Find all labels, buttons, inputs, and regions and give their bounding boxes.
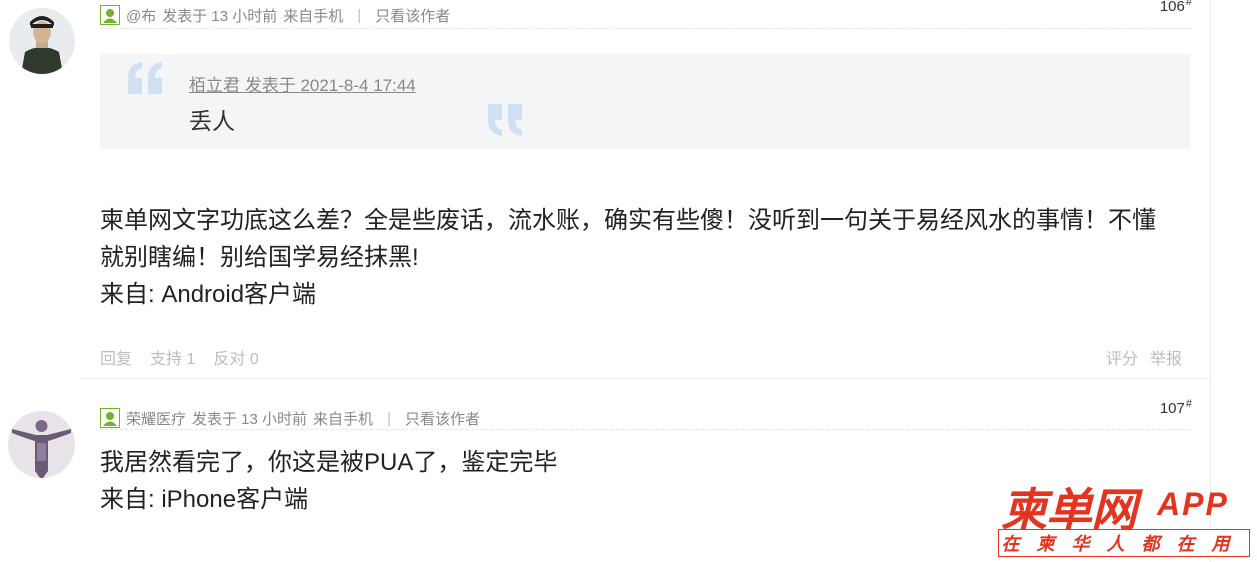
floor-mark: # [1185, 0, 1192, 8]
floor-mark: # [1185, 398, 1192, 410]
quote-block: 栢立君 发表于 2021-8-4 17:44 丢人 [100, 54, 1190, 149]
rate-button[interactable]: 评分 [1106, 345, 1138, 369]
separator: | [357, 6, 362, 24]
post-separator [80, 378, 1210, 379]
user-icon [100, 408, 120, 428]
reply-button[interactable]: 回复 [100, 345, 132, 369]
post-actions: 回复 支持 1 反对 0 [100, 345, 259, 369]
avatar[interactable] [8, 411, 75, 478]
quote-text: 丢人 [189, 108, 235, 134]
author-link[interactable]: @布 [126, 5, 156, 26]
quote-author[interactable]: 栢立君 发表于 2021-8-4 17:44 [189, 71, 416, 96]
brand-slogan: 在柬华人都在用 [998, 529, 1250, 557]
oppose-button[interactable]: 反对 0 [213, 345, 258, 369]
brand-app-label: APP [1157, 486, 1229, 522]
meta-divider [100, 429, 1190, 430]
post-content: 我居然看完了，你这是被PUA了，鉴定完毕 来自: iPhone客户端 [100, 444, 557, 518]
client-source: 来自: iPhone客户端 [100, 486, 309, 513]
avatar[interactable] [9, 8, 75, 74]
post-meta: 荣耀医疗 发表于 13 小时前 来自手机 | 只看该作者 [100, 407, 480, 429]
separator: | [387, 409, 391, 427]
floor-value: 107 [1159, 400, 1185, 417]
floor-number[interactable]: 107# [1160, 398, 1192, 417]
client-source: 来自: Android客户端 [100, 281, 317, 308]
post-source: 来自手机 [283, 7, 344, 25]
content-line: 我居然看完了，你这是被PUA了，鉴定完毕 [100, 449, 558, 476]
open-quote-icon [126, 60, 166, 101]
post-meta: @布 发表于 13 小时前 来自手机 | 只看该作者 [100, 4, 450, 26]
only-author-link[interactable]: 只看该作者 [375, 5, 450, 26]
post-time: 发表于 13 小时前 [162, 7, 278, 25]
close-quote-icon [486, 102, 526, 143]
support-button[interactable]: 支持 1 [150, 345, 195, 369]
author-link[interactable]: 荣耀医疗 [126, 408, 186, 429]
content-line: 就别瞎编！别给国学易经抹黑! [100, 244, 419, 271]
user-icon [100, 5, 120, 25]
post-time: 发表于 13 小时前 [192, 410, 308, 428]
meta-divider [100, 28, 1190, 29]
brand-badge: 柬单网 APP 在柬华人都在用 [997, 474, 1253, 560]
report-button[interactable]: 举报 [1150, 345, 1182, 369]
only-author-link[interactable]: 只看该作者 [405, 408, 480, 429]
floor-number[interactable]: 106# [1160, 0, 1192, 15]
post-source: 来自手机 [313, 410, 374, 428]
floor-value: 106 [1159, 0, 1185, 15]
post-content: 柬单网文字功底这么差？全是些废话，流水账，确实有些傻！没听到一句关于易经风水的事… [100, 202, 1156, 313]
post-actions-right: 评分 举报 [1106, 345, 1182, 369]
content-line: 柬单网文字功底这么差？全是些废话，流水账，确实有些傻！没听到一句关于易经风水的事… [100, 207, 1156, 234]
